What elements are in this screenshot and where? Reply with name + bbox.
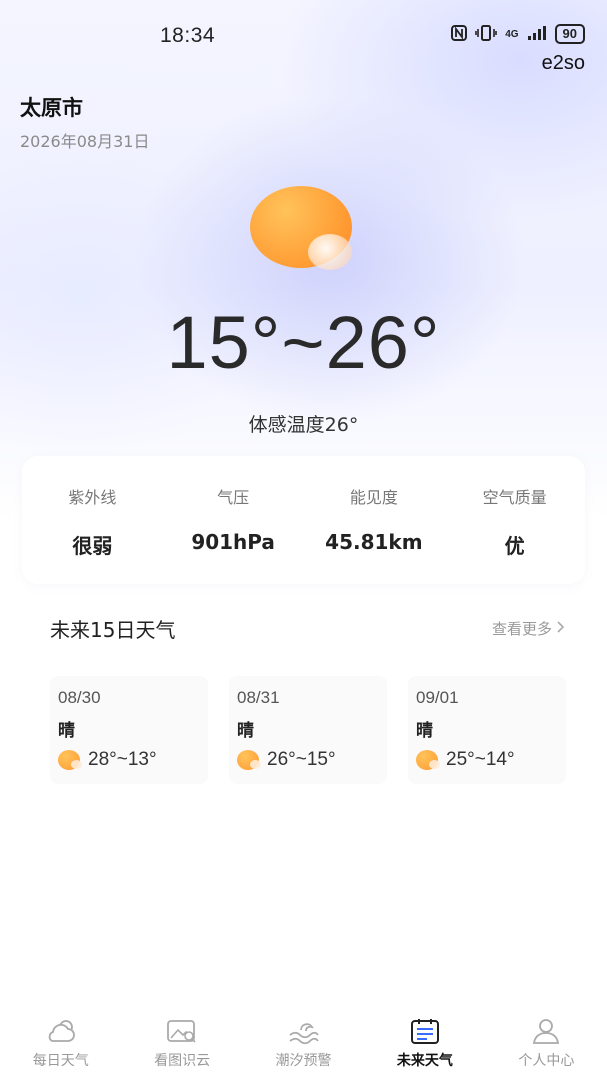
nfc-icon xyxy=(451,24,468,44)
tab-future-weather[interactable]: 未来天气 xyxy=(364,1010,485,1080)
wave-icon xyxy=(287,1016,321,1046)
forecast-date: 08/31 xyxy=(237,688,280,707)
forecast-day-card[interactable]: 08/31 晴 26°~15° xyxy=(229,676,387,784)
person-icon xyxy=(529,1016,563,1046)
forecast-list: 08/30 晴 28°~13° 08/31 晴 26°~15° 09/01 晴 … xyxy=(50,676,566,784)
status-bar: 18:34 4G 90 xyxy=(0,0,607,72)
vibrate-icon xyxy=(475,24,497,44)
stat-air-quality: 空气质量 优 xyxy=(444,456,585,584)
image-search-icon xyxy=(165,1016,199,1046)
forecast-temp: 28°~13° xyxy=(88,749,157,770)
tab-label: 个人中心 xyxy=(518,1053,575,1069)
current-date: 2026年08月31日 xyxy=(20,132,150,151)
forecast-section-header: 未来15日天气 查看更多 xyxy=(50,614,566,643)
bottom-tab-bar: 每日天气 看图识云 潮汐预警 未来天气 个人中心 xyxy=(0,1010,607,1080)
stat-value: 901hPa xyxy=(191,530,275,554)
forecast-temp-row: 25°~14° xyxy=(416,749,558,771)
forecast-temp: 25°~14° xyxy=(446,749,515,770)
calendar-list-icon xyxy=(408,1016,442,1046)
stat-visibility: 能见度 45.81km xyxy=(304,456,445,584)
tab-profile[interactable]: 个人中心 xyxy=(486,1010,607,1080)
signal-icon xyxy=(527,25,547,44)
tab-daily-weather[interactable]: 每日天气 xyxy=(0,1010,121,1080)
stat-label: 紫外线 xyxy=(68,488,117,507)
cloud-sun-icon xyxy=(44,1016,78,1046)
stat-uv: 紫外线 很弱 xyxy=(22,456,163,584)
tab-label: 未来天气 xyxy=(396,1053,453,1069)
tab-label: 看图识云 xyxy=(154,1053,211,1069)
status-time: 18:34 xyxy=(160,24,216,47)
tab-cloud-recognition[interactable]: 看图识云 xyxy=(121,1010,242,1080)
stat-pressure: 气压 901hPa xyxy=(163,456,304,584)
forecast-section-title: 未来15日天气 xyxy=(50,618,176,642)
forecast-condition: 晴 xyxy=(237,721,254,741)
forecast-date: 09/01 xyxy=(416,688,459,707)
chevron-right-icon xyxy=(556,619,566,638)
stat-label: 空气质量 xyxy=(482,488,547,507)
today-temp-range: 15°~26° xyxy=(166,301,441,384)
forecast-day-card[interactable]: 08/30 晴 28°~13° xyxy=(50,676,208,784)
tab-label: 每日天气 xyxy=(32,1053,89,1069)
stat-label: 气压 xyxy=(217,488,250,507)
forecast-temp-row: 28°~13° xyxy=(58,749,200,771)
forecast-condition: 晴 xyxy=(416,721,433,741)
battery-indicator: 90 xyxy=(554,24,585,44)
stat-value: 优 xyxy=(504,534,525,558)
forecast-condition: 晴 xyxy=(58,721,75,741)
network-type: 4G xyxy=(505,28,519,40)
sunny-cloud-icon xyxy=(250,186,360,276)
weather-stats-card: 紫外线 很弱 气压 901hPa 能见度 45.81km 空气质量 优 xyxy=(22,456,585,584)
tab-label: 潮汐预警 xyxy=(275,1053,332,1069)
tab-tide-warning[interactable]: 潮汐预警 xyxy=(243,1010,364,1080)
stat-label: 能见度 xyxy=(349,488,398,507)
forecast-temp-row: 26°~15° xyxy=(237,749,379,771)
sunny-icon xyxy=(416,749,440,771)
status-icons: 4G 90 xyxy=(451,24,585,44)
see-more-link[interactable]: 查看更多 xyxy=(492,618,566,639)
sunny-icon xyxy=(237,749,261,771)
forecast-day-card[interactable]: 09/01 晴 25°~14° xyxy=(408,676,566,784)
forecast-date: 08/30 xyxy=(58,688,101,707)
sunny-icon xyxy=(58,749,82,771)
cloud-puff-shape xyxy=(308,234,352,270)
feels-like-temp: 体感温度26° xyxy=(248,414,359,436)
stat-value: 45.81km xyxy=(325,530,423,554)
watermark-text: e2so xyxy=(541,52,585,74)
see-more-label: 查看更多 xyxy=(491,620,552,638)
city-name[interactable]: 太原市 xyxy=(20,92,83,122)
stat-value: 很弱 xyxy=(72,534,113,558)
forecast-temp: 26°~15° xyxy=(267,749,336,770)
